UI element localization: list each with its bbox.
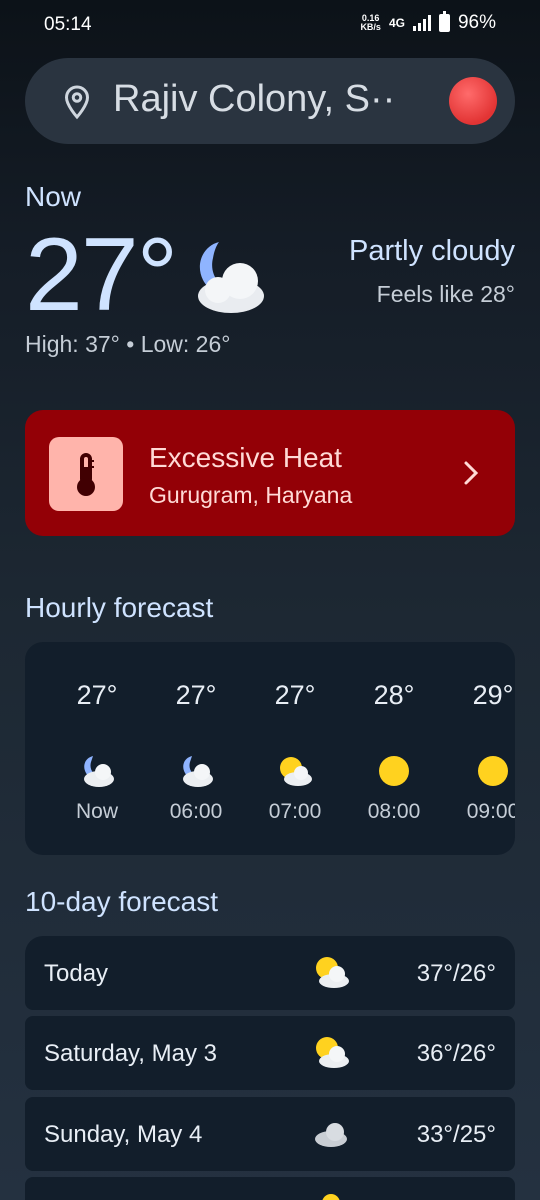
condition-text: Partly cloudy <box>348 235 515 267</box>
current-temperature: 27° <box>25 217 178 333</box>
now-label: Now <box>25 181 82 212</box>
sun-icon <box>322 1194 340 1200</box>
hour-time: 08:00 <box>367 800 421 823</box>
daily-row[interactable]: Today 37°/26° <box>25 936 515 1010</box>
daily-forecast-title: 10-day forecast <box>25 886 218 917</box>
chevron-right-icon <box>464 461 479 485</box>
hourly-item[interactable]: 27° Now <box>52 642 142 855</box>
weather-alert-card[interactable]: Excessive Heat Gurugram, Haryana <box>25 410 515 536</box>
network-speed: 0.16 KB/s <box>360 13 381 32</box>
hour-temp: 27° <box>76 680 118 710</box>
sun-cloud-icon <box>280 757 312 786</box>
thermometer-icon <box>77 453 95 496</box>
day-temps: 33°/25° <box>416 1121 496 1148</box>
hour-temp: 28° <box>373 680 415 710</box>
avatar[interactable] <box>449 77 497 125</box>
battery-percent: 96% <box>457 12 496 33</box>
daily-row-partial[interactable] <box>25 1177 515 1200</box>
sun-cloud-icon <box>316 957 349 988</box>
location-text: Rajiv Colony, S·· <box>113 78 396 120</box>
hour-time: Now <box>75 800 118 823</box>
sun-icon <box>379 756 409 786</box>
hourly-item[interactable]: 27° 07:00 <box>250 642 340 855</box>
hour-temp: 27° <box>175 680 217 710</box>
day-temps: 37°/26° <box>416 960 496 987</box>
feels-like-text: Feels like 28° <box>376 281 515 307</box>
sun-cloud-icon <box>316 1037 349 1068</box>
alert-icon-box <box>49 437 123 511</box>
hourly-item[interactable]: 27° 06:00 <box>151 642 241 855</box>
day-name: Saturday, May 3 <box>44 1040 217 1067</box>
location-search-bar[interactable]: Rajiv Colony, S·· <box>25 58 515 144</box>
signal-icon <box>412 15 431 31</box>
hour-time: 06:00 <box>169 800 223 823</box>
status-bar: 05:14 0.16 KB/s 4G 96% <box>0 0 540 50</box>
location-pin-icon <box>64 85 90 120</box>
hour-time: 09:00 <box>466 800 515 823</box>
moon-cloud-icon <box>198 242 264 313</box>
cloud-icon <box>315 1123 347 1147</box>
alert-area: Gurugram, Haryana <box>149 482 353 508</box>
daily-row[interactable]: Sunday, May 4 33°/25° <box>25 1097 515 1171</box>
network-type: 4G <box>388 16 405 30</box>
day-temps: 36°/26° <box>416 1040 496 1067</box>
day-name: Sunday, May 4 <box>44 1121 203 1148</box>
moon-cloud-icon <box>183 756 213 787</box>
status-time: 05:14 <box>44 14 92 35</box>
hour-time: 07:00 <box>268 800 322 823</box>
battery-icon <box>438 11 450 32</box>
hourly-forecast-title: Hourly forecast <box>25 592 214 623</box>
hourly-item[interactable]: 29° 09:00 <box>448 642 515 855</box>
day-name: Today <box>44 960 109 987</box>
hourly-item[interactable]: 28° 08:00 <box>349 642 439 855</box>
hourly-forecast-card[interactable]: 27° Now 27° 06:00 27° 07:00 28° 08:00 29… <box>25 642 515 855</box>
status-icons: 0.16 KB/s 4G 96% <box>360 11 496 34</box>
daily-row[interactable]: Saturday, May 3 36°/26° <box>25 1016 515 1090</box>
hour-temp: 27° <box>274 680 316 710</box>
alert-title: Excessive Heat <box>149 442 342 473</box>
hour-temp: 29° <box>472 680 514 710</box>
moon-cloud-icon <box>84 756 114 787</box>
sun-icon <box>478 756 508 786</box>
high-low-text: High: 37° • Low: 26° <box>25 331 231 357</box>
